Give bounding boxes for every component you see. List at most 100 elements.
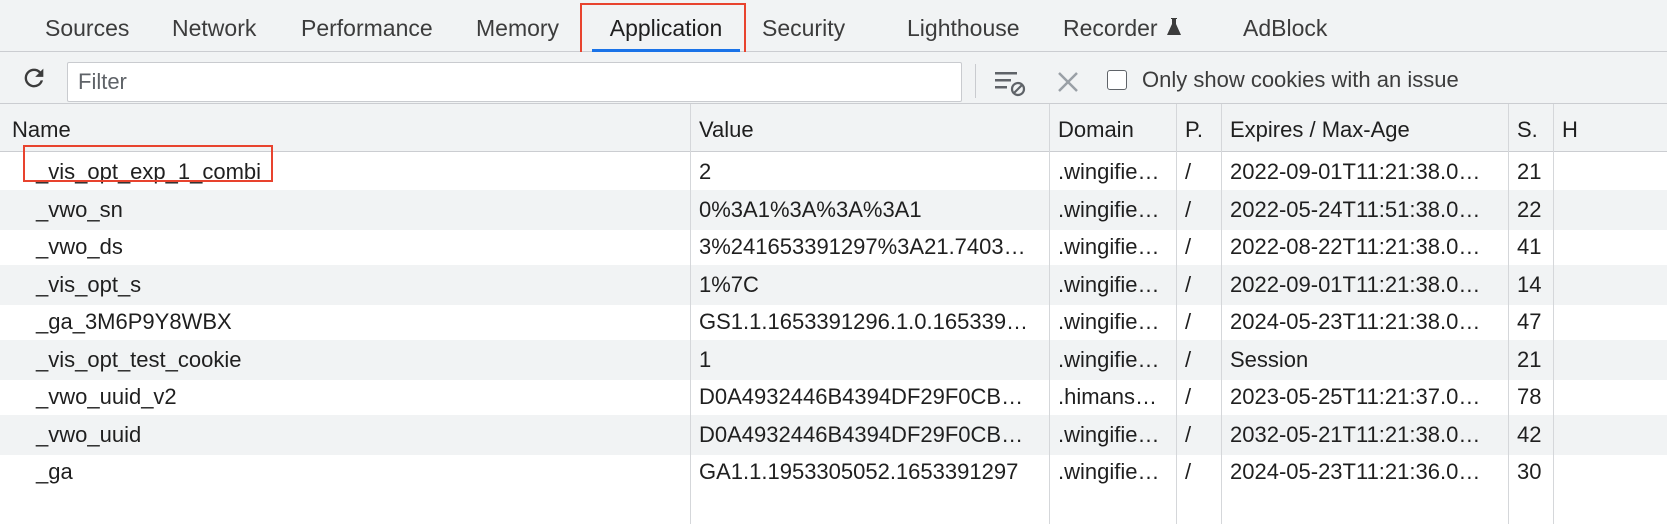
only-issues-label: Only show cookies with an issue bbox=[1142, 67, 1459, 92]
column-header-size[interactable]: S. bbox=[1509, 108, 1553, 152]
cell-size: 42 bbox=[1517, 421, 1542, 447]
filter-input[interactable] bbox=[67, 62, 962, 102]
tab-recorder[interactable]: Recorder bbox=[1063, 0, 1182, 52]
table-row[interactable]: _ga GA1.1.1953305052.1653391297 .wingifie…… bbox=[0, 452, 1667, 492]
tab-label: Memory bbox=[476, 15, 560, 41]
cell-size: 21 bbox=[1517, 159, 1542, 184]
clear-filtered-icon[interactable] bbox=[993, 67, 1027, 97]
tab-label: Sources bbox=[45, 15, 130, 41]
cell-expires: 2022-08-22T11:21:38.0… bbox=[1230, 234, 1481, 259]
cell-size: 21 bbox=[1517, 346, 1542, 372]
column-divider bbox=[1508, 104, 1509, 524]
cell-path: / bbox=[1185, 159, 1192, 184]
cell-value: D0A4932446B4394DF29F0CB… bbox=[699, 421, 1024, 447]
cell-name: _vwo_uuid_v2 bbox=[36, 384, 177, 409]
tab-memory[interactable]: Memory bbox=[476, 0, 559, 52]
cell-name: _ga_3M6P9Y8WBX bbox=[36, 309, 232, 334]
cell-size: 78 bbox=[1517, 384, 1542, 409]
cell-expires: 2022-09-01T11:21:38.0… bbox=[1230, 271, 1481, 297]
cell-value: D0A4932446B4394DF29F0CB… bbox=[699, 384, 1024, 409]
tab-adblock[interactable]: AdBlock bbox=[1243, 0, 1327, 52]
cell-domain: .wingifie… bbox=[1058, 459, 1160, 484]
delete-icon[interactable] bbox=[1053, 67, 1083, 97]
cell-size: 30 bbox=[1517, 459, 1542, 484]
table-row[interactable]: _vis_opt_s 1%7C .wingifie… / 2022-09-01T11:2… bbox=[0, 264, 1667, 305]
cell-expires: 2022-09-01T11:21:38.0… bbox=[1230, 159, 1481, 184]
cell-value: 3%241653391297%3A21.7403… bbox=[699, 234, 1026, 259]
tab-sources[interactable]: Sources bbox=[45, 0, 129, 52]
tab-application[interactable]: Application bbox=[592, 0, 740, 52]
tab-security[interactable]: Security bbox=[762, 0, 845, 52]
cell-name: _vis_opt_exp_1_combi bbox=[36, 159, 262, 184]
cell-value: 1 bbox=[699, 346, 712, 372]
cell-domain: .wingifie… bbox=[1058, 309, 1160, 334]
table-header-row: Name Value Domain P. Expires / Max-Age S… bbox=[0, 104, 1667, 152]
table-row[interactable]: _vis_opt_test_cookie 1 .wingifie… / Session 2… bbox=[0, 339, 1667, 380]
table-row[interactable]: _ga_3M6P9Y8WBX GS1.1.1653391296.1.0.16533… bbox=[0, 302, 1667, 342]
devtools-tab-bar: Sources Network Performance Memory Appli… bbox=[0, 0, 1667, 52]
cell-expires: 2023-05-25T11:21:37.0… bbox=[1230, 384, 1481, 409]
cell-domain: .wingifie… bbox=[1058, 196, 1160, 222]
cell-name: _vwo_uuid bbox=[36, 421, 142, 447]
column-header-httponly[interactable]: H bbox=[1554, 108, 1667, 152]
column-divider bbox=[1049, 104, 1050, 524]
cell-expires: 2024-05-23T11:21:38.0… bbox=[1230, 309, 1481, 334]
tab-lighthouse[interactable]: Lighthouse bbox=[907, 0, 1020, 52]
cell-size: 47 bbox=[1517, 309, 1542, 334]
cell-domain: .wingifie… bbox=[1058, 421, 1160, 447]
tab-network[interactable]: Network bbox=[172, 0, 256, 52]
table-row[interactable]: _vis_opt_exp_1_combi 2 .wingifie… / 2022-09-… bbox=[0, 152, 1667, 192]
cell-path: / bbox=[1185, 271, 1192, 297]
column-divider bbox=[1221, 104, 1222, 524]
cell-expires: 2024-05-23T11:21:36.0… bbox=[1230, 459, 1481, 484]
cell-path: / bbox=[1185, 421, 1192, 447]
cell-value: 2 bbox=[699, 159, 712, 184]
column-header-value[interactable]: Value bbox=[691, 108, 1049, 152]
cell-name: _vis_opt_test_cookie bbox=[36, 346, 242, 372]
cell-path: / bbox=[1185, 459, 1192, 484]
tab-performance[interactable]: Performance bbox=[301, 0, 433, 52]
cell-expires: 2032-05-21T11:21:38.0… bbox=[1230, 421, 1481, 447]
tab-label: Performance bbox=[301, 15, 433, 41]
cell-path: / bbox=[1185, 196, 1192, 222]
cell-value: 1%7C bbox=[699, 271, 759, 297]
column-header-name[interactable]: Name bbox=[4, 108, 690, 152]
cell-name: _vwo_sn bbox=[36, 196, 123, 222]
column-divider bbox=[690, 104, 691, 524]
cell-path: / bbox=[1185, 346, 1192, 372]
flask-icon bbox=[1166, 17, 1181, 35]
cell-size: 41 bbox=[1517, 234, 1542, 259]
tab-label: AdBlock bbox=[1243, 15, 1328, 41]
refresh-icon[interactable] bbox=[20, 64, 48, 92]
tab-label: Recorder bbox=[1063, 15, 1158, 41]
cell-domain: .wingifie… bbox=[1058, 159, 1160, 184]
tab-label: Application bbox=[609, 15, 723, 41]
cell-expires: Session bbox=[1230, 346, 1309, 372]
cell-name: _vwo_ds bbox=[36, 234, 123, 259]
cell-domain: .wingifie… bbox=[1058, 234, 1160, 259]
cell-size: 14 bbox=[1517, 271, 1542, 297]
cell-path: / bbox=[1185, 234, 1192, 259]
table-row[interactable]: _vwo_sn 0%3A1%3A%3A%3A1 .wingifie… / 2022-05… bbox=[0, 189, 1667, 230]
cell-size: 22 bbox=[1517, 196, 1542, 222]
cell-name: _vis_opt_s bbox=[36, 271, 142, 297]
column-header-expires[interactable]: Expires / Max-Age bbox=[1222, 108, 1508, 152]
cell-value: GS1.1.1653391296.1.0.165339… bbox=[699, 309, 1029, 334]
only-issues-checkbox[interactable] bbox=[1107, 70, 1127, 90]
toolbar-separator bbox=[975, 64, 976, 98]
column-divider bbox=[1176, 104, 1177, 524]
cell-domain: .himans… bbox=[1058, 384, 1158, 409]
cell-name: _ga bbox=[36, 459, 73, 484]
tab-label: Security bbox=[762, 15, 846, 41]
cell-domain: .wingifie… bbox=[1058, 271, 1160, 297]
table-row[interactable]: _vwo_uuid_v2 D0A4932446B4394DF29F0CB… .him… bbox=[0, 377, 1667, 417]
table-row[interactable]: _vwo_ds 3%241653391297%3A21.7403… .wingifi… bbox=[0, 227, 1667, 267]
cell-domain: .wingifie… bbox=[1058, 346, 1160, 372]
column-header-domain[interactable]: Domain bbox=[1050, 108, 1176, 152]
column-header-path[interactable]: P. bbox=[1177, 108, 1221, 152]
cell-expires: 2022-05-24T11:51:38.0… bbox=[1230, 196, 1481, 222]
table-row[interactable]: _vwo_uuid D0A4932446B4394DF29F0CB… .wingif… bbox=[0, 414, 1667, 455]
cookies-table: Name Value Domain P. Expires / Max-Age S… bbox=[0, 104, 1667, 524]
column-divider bbox=[1553, 104, 1554, 524]
cell-value: 0%3A1%3A%3A%3A1 bbox=[699, 196, 922, 222]
